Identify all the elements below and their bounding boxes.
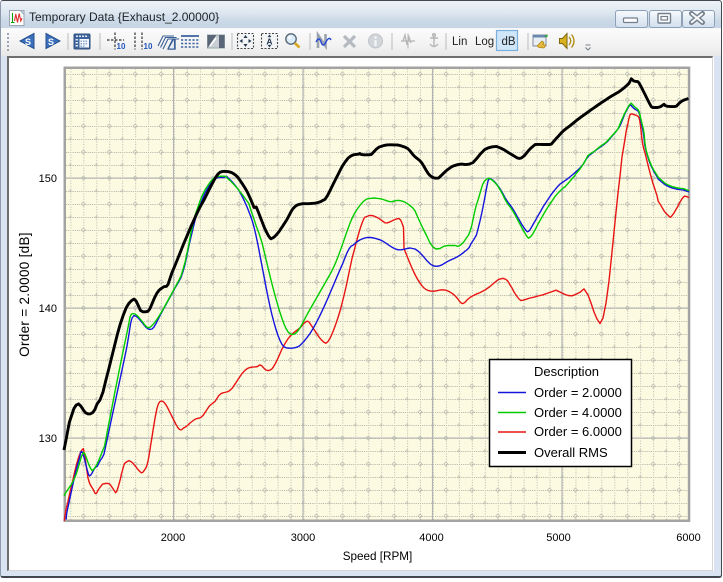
svg-text:4000: 4000 [419, 532, 443, 544]
svg-text:140: 140 [39, 303, 57, 315]
svg-text:2000: 2000 [161, 532, 185, 544]
svg-text:Order = 4.0000: Order = 4.0000 [534, 405, 622, 420]
svg-text:Overall RMS: Overall RMS [534, 445, 608, 460]
svg-text:Description: Description [534, 364, 599, 379]
svg-text:Speed [RPM]: Speed [RPM] [343, 550, 413, 563]
svg-text:5000: 5000 [546, 532, 570, 544]
svg-text:Order = 2.0000 [dB]: Order = 2.0000 [dB] [17, 232, 32, 357]
svg-text:Order = 6.0000: Order = 6.0000 [534, 424, 622, 439]
svg-text:130: 130 [39, 433, 57, 445]
svg-text:150: 150 [39, 173, 57, 185]
svg-text:Order = 2.0000: Order = 2.0000 [534, 385, 622, 400]
svg-text:3000: 3000 [291, 532, 315, 544]
svg-text:6000: 6000 [676, 532, 700, 544]
